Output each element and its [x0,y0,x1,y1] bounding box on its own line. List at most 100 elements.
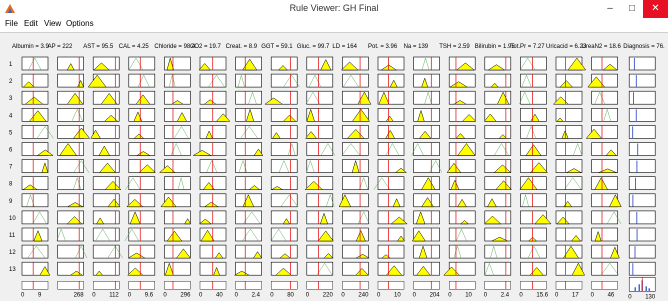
rule-cell[interactable] [235,56,262,71]
axis-cell[interactable] [128,281,156,290]
rule-cell[interactable] [198,210,227,225]
rule-cell[interactable] [520,73,547,88]
rule-cell[interactable] [192,142,227,156]
rule-cell[interactable] [342,159,369,173]
rule-cell[interactable] [587,73,618,88]
rule-cell[interactable] [341,142,369,156]
rule-cell[interactable] [413,159,442,173]
rule-cell[interactable] [555,108,583,122]
rule-cell[interactable] [199,159,227,173]
menu-file[interactable]: File [5,19,18,28]
rule-cell[interactable] [92,108,120,122]
rule-cell[interactable] [199,261,227,276]
axis-cell[interactable] [57,281,84,290]
rule-cell[interactable] [128,108,156,122]
rule-cell[interactable] [448,125,476,139]
rule-cell[interactable] [235,244,263,259]
rule-cell[interactable] [21,56,49,71]
rule-cell[interactable] [235,90,262,105]
rule-cell[interactable] [585,125,618,139]
rule-cell[interactable] [555,142,583,156]
rule-cell[interactable] [342,108,371,122]
rule-cell[interactable] [342,90,372,105]
axis-cell[interactable] [271,281,298,290]
rule-cell[interactable] [164,142,191,156]
rule-cell[interactable] [377,125,405,139]
rule-cell[interactable] [21,244,49,259]
rule-cell[interactable] [92,193,121,208]
rule-cell[interactable] [306,108,334,122]
rule-cell[interactable] [377,108,405,122]
rule-cell[interactable] [21,125,54,139]
close-button[interactable]: ✕ [643,0,668,18]
rule-cell[interactable] [158,159,191,173]
rule-cell[interactable] [57,193,84,208]
rule-cell[interactable] [57,108,84,122]
rule-cell[interactable] [413,176,440,190]
rule-cell[interactable] [413,56,440,71]
axis-cell[interactable] [235,281,262,290]
rule-cell[interactable] [591,244,620,259]
rule-cell[interactable] [235,73,262,88]
rule-cell[interactable] [342,73,369,88]
rule-cell[interactable] [338,193,369,208]
rule-cell[interactable] [199,176,227,190]
rule-cell[interactable] [199,244,227,259]
rule-cell[interactable] [448,244,476,259]
rule-cell[interactable] [413,73,440,88]
rule-cell[interactable] [555,159,583,173]
rule-cell[interactable] [270,108,298,122]
rule-cell[interactable] [306,56,334,71]
minimize-button[interactable]: – [599,0,621,18]
rule-cell[interactable] [555,227,583,242]
rule-cell[interactable] [520,159,548,173]
rule-cell[interactable] [199,90,227,105]
rule-cell[interactable] [128,210,156,225]
rule-cell[interactable] [92,142,120,156]
menu-view[interactable]: View [44,19,61,28]
rule-cell[interactable] [342,210,370,225]
rule-cell[interactable] [92,176,122,190]
rule-cell[interactable] [199,125,227,139]
rule-cell[interactable] [484,244,512,259]
rule-cell[interactable] [377,73,405,88]
rule-cell[interactable] [21,176,49,190]
rule-cell[interactable] [21,227,49,242]
rule-cell[interactable] [484,90,512,105]
rule-cell[interactable] [377,142,405,156]
rule-cell[interactable] [127,261,156,276]
rule-cell[interactable] [235,159,262,173]
rule-cell[interactable] [377,244,405,259]
rule-cell[interactable] [199,227,227,242]
axis-cell[interactable] [92,281,120,290]
rule-cell[interactable] [87,73,120,88]
rule-cell[interactable] [92,56,120,71]
rule-cell[interactable] [448,227,476,242]
rule-cell[interactable] [128,159,156,173]
rule-cell[interactable] [128,142,156,156]
rule-cell[interactable] [520,261,547,276]
rule-cell[interactable] [520,244,547,259]
rule-cell[interactable] [164,56,191,71]
rule-cell[interactable] [555,73,583,88]
rule-cell[interactable] [57,125,91,139]
rule-cell[interactable] [57,142,84,156]
rule-cell[interactable] [413,90,440,105]
rule-cell[interactable] [411,142,440,156]
rule-cell[interactable] [235,108,262,122]
rule-cell[interactable] [520,142,547,156]
rule-cell[interactable] [306,142,336,156]
rule-cell[interactable] [21,193,49,208]
rule-cell[interactable] [520,193,547,208]
rule-cell[interactable] [448,73,476,88]
rule-cell[interactable] [519,176,547,190]
rule-cell[interactable] [448,90,476,105]
rule-cell[interactable] [198,56,227,71]
rule-cell[interactable] [342,176,369,190]
rule-cell[interactable] [552,90,583,105]
rule-cell[interactable] [92,227,120,242]
rule-cell[interactable] [21,108,49,122]
rule-cell[interactable] [57,73,85,88]
menu-edit[interactable]: Edit [24,19,38,28]
rule-cell[interactable] [342,244,371,259]
